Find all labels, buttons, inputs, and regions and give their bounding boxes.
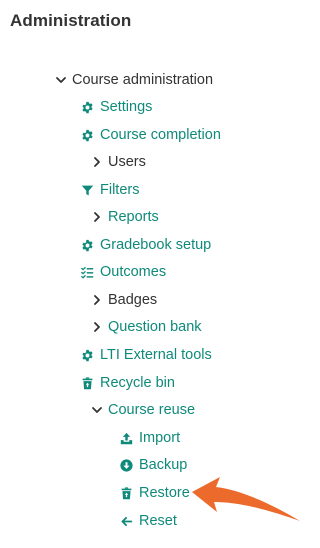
tree-item-course-completion[interactable]: Course completion: [81, 124, 221, 146]
tree-item-question-bank[interactable]: Question bank: [91, 316, 202, 338]
gear-icon: [81, 239, 94, 252]
tree-item-label: Reports: [108, 209, 159, 225]
tree-item-label: Reset: [139, 513, 177, 529]
tree-item-restore[interactable]: Restore: [120, 482, 190, 504]
tree-item-course-administration[interactable]: Course administration: [55, 69, 213, 91]
tree-item-gradebook-setup[interactable]: Gradebook setup: [81, 234, 211, 256]
chevron-down-icon: [91, 404, 103, 416]
tree-item-filters[interactable]: Filters: [81, 179, 139, 201]
tree-item-label: Filters: [100, 182, 140, 198]
tree-item-label: Settings: [100, 99, 153, 115]
download-circle-icon: [120, 458, 133, 472]
chevron-right-icon: [91, 156, 103, 168]
tree-item-label: LTI External tools: [100, 347, 212, 363]
chevron-down-icon: [55, 74, 67, 86]
tree-item-label: Course reuse: [108, 402, 196, 418]
tree-item-reset[interactable]: Reset: [120, 510, 177, 532]
trash-icon: [81, 376, 94, 390]
tree-item-recycle-bin[interactable]: Recycle bin: [81, 372, 175, 394]
tree-item-label: Restore: [139, 485, 190, 501]
chevron-right-icon: [91, 294, 103, 306]
chevron-right-icon: [91, 211, 103, 223]
tree-item-users[interactable]: Users: [91, 151, 146, 173]
tree-item-label: Backup: [139, 457, 188, 473]
tree-item-course-reuse[interactable]: Course reuse: [91, 399, 195, 421]
tree-item-label: Import: [139, 430, 181, 446]
tree-item-label: Recycle bin: [100, 375, 175, 391]
tree-item-badges[interactable]: Badges: [91, 289, 157, 311]
tree-item-label: Outcomes: [100, 264, 167, 280]
tree-item-label: Question bank: [108, 319, 202, 335]
block-title: Administration: [10, 11, 132, 30]
tree-item-label: Course administration: [72, 72, 214, 88]
upload-icon: [120, 432, 133, 445]
trash-restore-icon: [120, 486, 133, 500]
tree-item-label: Users: [108, 154, 146, 170]
tree-item-label: Gradebook setup: [100, 237, 212, 253]
gear-icon: [81, 101, 94, 114]
tree-item-outcomes[interactable]: Outcomes: [81, 261, 166, 283]
tree-item-import[interactable]: Import: [120, 427, 180, 449]
chevron-right-icon: [91, 321, 103, 333]
checklist-icon: [81, 266, 94, 279]
tree-item-reports[interactable]: Reports: [91, 206, 159, 228]
gear-icon: [81, 349, 94, 362]
tree-item-lti-external-tools[interactable]: LTI External tools: [81, 344, 212, 366]
callout-arrow-icon: [192, 477, 300, 521]
arrow-left-icon: [120, 515, 133, 528]
funnel-icon: [81, 184, 94, 197]
tree-item-backup[interactable]: Backup: [120, 454, 187, 476]
tree-item-settings[interactable]: Settings: [81, 96, 152, 118]
gear-icon: [81, 129, 94, 142]
tree-item-label: Badges: [108, 292, 158, 308]
tree-item-label: Course completion: [100, 127, 221, 143]
